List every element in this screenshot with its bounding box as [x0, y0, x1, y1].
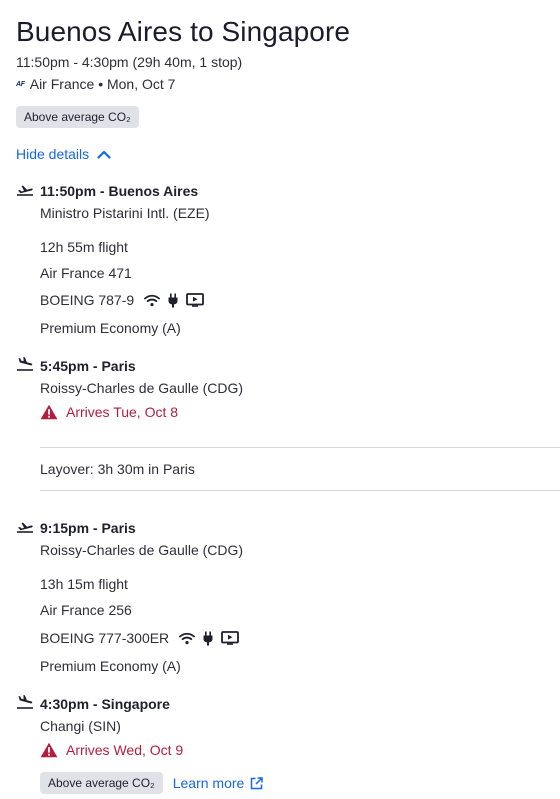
layover-info: Layover: 3h 30m in Paris — [40, 461, 195, 477]
segment1-aircraft-row: BOEING 787-9 — [40, 292, 205, 308]
learn-more-link[interactable]: Learn more — [173, 775, 264, 791]
segment1-departure-time: 11:50pm - Buenos Aires — [40, 183, 199, 199]
hide-details-label: Hide details — [16, 146, 90, 162]
trip-summary: 11:50pm - 4:30pm (29h 40m, 1 stop) — [16, 54, 243, 70]
segment2-departure-airport: Roissy-Charles de Gaulle (CDG) — [40, 542, 244, 558]
segment2-arrival-warning: Arrives Wed, Oct 9 — [40, 742, 183, 758]
learn-more-label: Learn more — [172, 775, 245, 791]
takeoff-icon — [17, 185, 33, 196]
segment2-amenities — [179, 631, 240, 646]
segment2-duration: 13h 15m flight — [40, 576, 128, 592]
warning-triangle-icon — [40, 742, 58, 758]
air-france-logo: AF — [16, 80, 25, 88]
segment1-departure-airport: Ministro Pistarini Intl. (EZE) — [40, 205, 210, 221]
airline-date-row: AF Air France • Mon, Oct 7 — [16, 76, 175, 92]
segment1-arrival-warning: Arrives Tue, Oct 8 — [40, 404, 178, 420]
co2-badge: Above average CO₂ — [16, 106, 139, 128]
segment2-arrival-date: Arrives Wed, Oct 9 — [66, 742, 184, 758]
landing-icon — [17, 357, 33, 371]
segment1-arrival-time: 5:45pm - Paris — [40, 358, 136, 374]
landing-icon — [17, 695, 33, 709]
layover-divider-bottom — [40, 490, 560, 491]
segment1-duration: 12h 55m flight — [40, 239, 128, 255]
wifi-icon — [144, 294, 161, 306]
wifi-icon — [179, 632, 196, 644]
hide-details-toggle[interactable]: Hide details — [16, 146, 111, 162]
segment2-aircraft-row: BOEING 777-300ER — [40, 630, 240, 646]
segment2-departure-time: 9:15pm - Paris — [40, 520, 136, 536]
page-title: Buenos Aires to Singapore — [16, 16, 351, 47]
co2-badge: Above average CO₂ — [40, 772, 163, 794]
segment2-arrival-airport: Changi (SIN) — [40, 718, 121, 734]
segment2-flight-number: Air France 256 — [40, 602, 132, 618]
segment1-cabin-class: Premium Economy (A) — [40, 320, 181, 336]
power-plug-icon — [168, 293, 178, 307]
entertainment-screen-icon — [186, 293, 205, 307]
airline-date: Air France • Mon, Oct 7 — [29, 76, 176, 92]
external-link-icon — [251, 776, 264, 789]
segment2-arrival-time: 4:30pm - Singapore — [40, 696, 170, 712]
segment1-flight-number: Air France 471 — [40, 265, 132, 281]
segment1-arrival-airport: Roissy-Charles de Gaulle (CDG) — [40, 380, 244, 396]
layover-divider-top — [40, 447, 560, 448]
entertainment-screen-icon — [221, 631, 240, 645]
segment2-cabin-class: Premium Economy (A) — [40, 658, 181, 674]
footer-row: Above average CO₂ Learn more — [40, 772, 264, 794]
chevron-up-icon — [97, 150, 111, 159]
segment1-arrival-date: Arrives Tue, Oct 8 — [66, 404, 179, 420]
segment1-aircraft: BOEING 787-9 — [40, 292, 135, 308]
segment2-aircraft: BOEING 777-300ER — [40, 630, 170, 646]
takeoff-icon — [17, 522, 33, 533]
power-plug-icon — [203, 631, 213, 645]
segment1-amenities — [144, 293, 205, 308]
warning-triangle-icon — [40, 404, 58, 420]
